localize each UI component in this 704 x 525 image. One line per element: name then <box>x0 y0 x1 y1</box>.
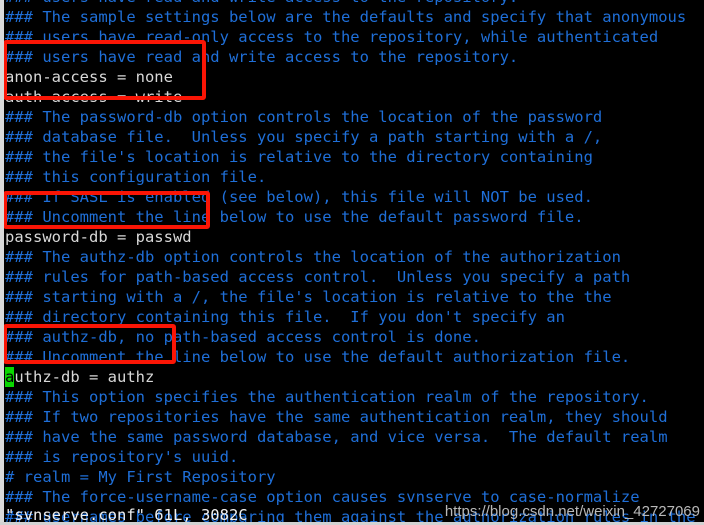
editor-line: ### have the same password database, and… <box>5 428 668 446</box>
editor-line: ### is repository's uuid. <box>5 448 239 466</box>
window-left-edge <box>0 0 4 525</box>
editor-line: ### users have read-only access to the r… <box>5 28 659 46</box>
editor-line: ### database file. Unless you specify a … <box>5 128 603 146</box>
editor-line: # realm = My First Repository <box>5 468 276 486</box>
editor-line: ### directory containing this file. If y… <box>5 308 565 326</box>
editor-line: ### authz-db, no path-based access contr… <box>5 328 481 346</box>
editor-line: ### If SASL is enabled (see below), this… <box>5 188 593 206</box>
editor-line: password-db = passwd <box>5 228 192 246</box>
text-cursor: a <box>5 367 15 387</box>
watermark-url: https://blog.csdn.net/weixin_42727069 <box>444 503 700 520</box>
editor-line: ### The sample settings below are the de… <box>5 8 687 26</box>
editor-line: ### If two repositories have the same au… <box>5 408 668 426</box>
editor-line: anon-access = none <box>5 68 173 86</box>
editor-line: auth-access = write <box>5 88 183 106</box>
editor-line: ### This option specifies the authentica… <box>5 388 649 406</box>
editor-line: ### users have read and write access to … <box>5 48 519 66</box>
editor-line: ### Uncomment the line below to use the … <box>5 348 631 366</box>
editor-line: ### The password-db option controls the … <box>5 108 603 126</box>
editor-line: ### this configuration file. <box>5 168 267 186</box>
editor-line: ### starting with a /, the file's locati… <box>5 288 612 306</box>
editor-line: ### Uncomment the line below to use the … <box>5 208 584 226</box>
editor-line: ### the file's location is relative to t… <box>5 148 593 166</box>
editor-line: ### The authz-db option controls the loc… <box>5 248 621 266</box>
terminal-window[interactable]: ### users have read and write access to … <box>0 0 704 525</box>
editor-line: ### users have read and write access to … <box>5 0 704 7</box>
editor-line: ### rules for path-based access control.… <box>5 268 631 286</box>
editor-line: authz-db = authz <box>5 367 155 387</box>
editor-text-buffer[interactable]: ### users have read and write access to … <box>5 0 704 525</box>
